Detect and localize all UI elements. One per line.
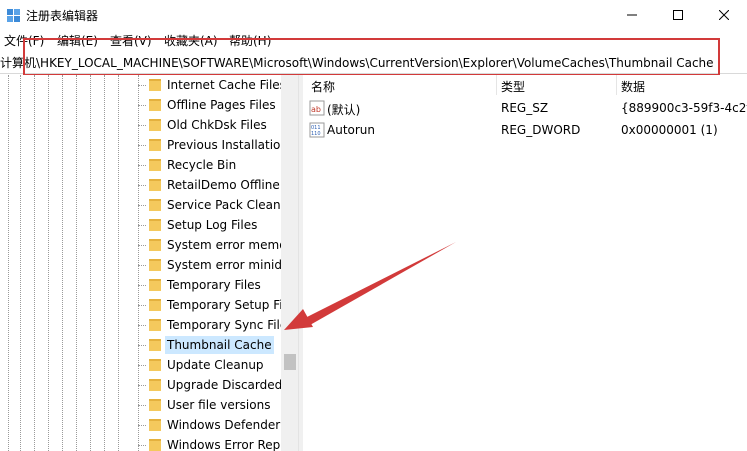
tree-item-label: System error memo bbox=[167, 238, 287, 252]
column-header-data[interactable]: 数据 bbox=[621, 75, 747, 95]
menu-bar: 文件(F) 编辑(E) 查看(V) 收藏夹(A) 帮助(H) bbox=[0, 30, 747, 49]
tree-item-label: Internet Cache Files bbox=[167, 78, 286, 92]
title-bar: 注册表编辑器 bbox=[0, 0, 747, 30]
maximize-icon bbox=[673, 10, 683, 20]
folder-icon bbox=[149, 99, 161, 111]
maximize-button[interactable] bbox=[655, 0, 701, 30]
tree-item-label: Old ChkDsk Files bbox=[167, 118, 267, 132]
window-title: 注册表编辑器 bbox=[26, 9, 99, 23]
value-row-autorun[interactable]: 011 110 Autorun REG_DWORD 0x00000001 (1) bbox=[303, 119, 747, 141]
folder-icon bbox=[149, 79, 161, 91]
folder-icon bbox=[149, 359, 161, 371]
folder-icon bbox=[149, 419, 161, 431]
tree-item-previous-installations[interactable]: Previous Installatio bbox=[145, 135, 295, 155]
folder-icon bbox=[149, 219, 161, 231]
tree-item-label: Previous Installatio bbox=[167, 138, 281, 152]
column-header-type[interactable]: 类型 bbox=[501, 75, 617, 95]
value-type: REG_SZ bbox=[501, 101, 549, 115]
value-data: 0x00000001 (1) bbox=[621, 123, 718, 137]
tree-item-service-pack-cleanup[interactable]: Service Pack Cleanu bbox=[145, 195, 295, 215]
folder-icon bbox=[149, 139, 161, 151]
string-value-icon: ab bbox=[309, 100, 325, 116]
svg-text:110: 110 bbox=[311, 131, 321, 137]
close-icon bbox=[719, 10, 729, 20]
minimize-icon bbox=[627, 14, 637, 16]
tree-item-label: Temporary Setup Fi bbox=[167, 298, 283, 312]
folder-icon bbox=[149, 279, 161, 291]
values-pane[interactable]: 名称 类型 数据 ab (默认) REG_SZ {889900c3-59f3-4… bbox=[303, 75, 747, 451]
tree-item-temporary-files[interactable]: Temporary Files bbox=[145, 275, 295, 295]
tree-item-label: System error minidu bbox=[167, 258, 290, 272]
tree-item-temporary-sync-files[interactable]: Temporary Sync File bbox=[145, 315, 295, 335]
tree-item-setup-log-files[interactable]: Setup Log Files bbox=[145, 215, 295, 235]
value-row-default[interactable]: ab (默认) REG_SZ {889900c3-59f3-4c2f-a bbox=[303, 97, 747, 119]
tree-item-temporary-setup-files[interactable]: Temporary Setup Fi bbox=[145, 295, 295, 315]
folder-icon bbox=[149, 239, 161, 251]
binary-value-icon: 011 110 bbox=[309, 122, 325, 138]
tree-item-offline-pages-files[interactable]: Offline Pages Files bbox=[145, 95, 295, 115]
menu-edit[interactable]: 编辑(E) bbox=[57, 32, 98, 49]
folder-open-icon bbox=[149, 339, 161, 351]
menu-view[interactable]: 查看(V) bbox=[110, 32, 152, 49]
tree-item-user-file-versions[interactable]: User file versions bbox=[145, 395, 295, 415]
tree-item-label: RetailDemo Offline bbox=[167, 178, 280, 192]
value-name: (默认) bbox=[327, 103, 361, 117]
folder-icon bbox=[149, 399, 161, 411]
registry-editor-icon bbox=[7, 9, 20, 22]
tree-item-internet-cache-files[interactable]: Internet Cache Files bbox=[145, 75, 295, 95]
folder-icon bbox=[149, 119, 161, 131]
tree-item-windows-error-reporting[interactable]: Windows Error Rep bbox=[145, 435, 295, 451]
tree-item-label: Thumbnail Cache bbox=[165, 336, 274, 354]
tree-item-label: Windows Error Rep bbox=[167, 438, 281, 451]
tree-item-update-cleanup[interactable]: Update Cleanup bbox=[145, 355, 295, 375]
tree-item-label: Upgrade Discarded bbox=[167, 378, 283, 392]
folder-icon bbox=[149, 179, 161, 191]
value-name: Autorun bbox=[327, 123, 376, 137]
value-data: {889900c3-59f3-4c2f-a bbox=[621, 101, 747, 115]
folder-icon bbox=[149, 379, 161, 391]
tree-item-old-chkdsk-files[interactable]: Old ChkDsk Files bbox=[145, 115, 295, 135]
tree-item-label: Recycle Bin bbox=[167, 158, 237, 172]
tree-item-system-error-minidump[interactable]: System error minidu bbox=[145, 255, 295, 275]
tree-item-label: Setup Log Files bbox=[167, 218, 258, 232]
tree-item-label: Update Cleanup bbox=[167, 358, 264, 372]
tree-item-system-error-memory[interactable]: System error memo bbox=[145, 235, 295, 255]
key-tree-pane[interactable]: Internet Cache Files Offline Pages Files… bbox=[0, 75, 298, 451]
tree-item-recycle-bin[interactable]: Recycle Bin bbox=[145, 155, 295, 175]
folder-icon bbox=[149, 259, 161, 271]
folder-icon bbox=[149, 439, 161, 451]
menu-file[interactable]: 文件(F) bbox=[4, 32, 44, 49]
menu-help[interactable]: 帮助(H) bbox=[229, 32, 271, 49]
tree-item-label: User file versions bbox=[167, 398, 271, 412]
tree-scrollbar-thumb[interactable] bbox=[284, 354, 296, 370]
tree-item-label: Temporary Sync File bbox=[167, 318, 288, 332]
folder-icon bbox=[149, 199, 161, 211]
column-header-name[interactable]: 名称 bbox=[311, 75, 497, 95]
tree-item-label: Windows Defender bbox=[167, 418, 281, 432]
tree-item-label: Temporary Files bbox=[167, 278, 261, 292]
menu-favorites[interactable]: 收藏夹(A) bbox=[164, 32, 218, 49]
tree-item-retaildemo-offline[interactable]: RetailDemo Offline bbox=[145, 175, 295, 195]
value-type: REG_DWORD bbox=[501, 123, 581, 137]
tree-item-windows-defender[interactable]: Windows Defender bbox=[145, 415, 295, 435]
address-path[interactable]: 计算机\HKEY_LOCAL_MACHINE\SOFTWARE\Microsof… bbox=[0, 54, 714, 71]
svg-text:ab: ab bbox=[311, 105, 321, 114]
tree-item-label: Offline Pages Files bbox=[167, 98, 276, 112]
address-bar[interactable]: 计算机\HKEY_LOCAL_MACHINE\SOFTWARE\Microsof… bbox=[0, 49, 747, 74]
close-button[interactable] bbox=[701, 0, 747, 30]
tree-item-label: Service Pack Cleanu bbox=[167, 198, 289, 212]
tree-item-thumbnail-cache[interactable]: Thumbnail Cache bbox=[145, 335, 295, 355]
tree-scrollbar[interactable] bbox=[281, 75, 298, 451]
folder-icon bbox=[149, 319, 161, 331]
folder-icon bbox=[149, 299, 161, 311]
folder-icon bbox=[149, 159, 161, 171]
minimize-button[interactable] bbox=[609, 0, 655, 30]
tree-item-upgrade-discarded[interactable]: Upgrade Discarded bbox=[145, 375, 295, 395]
